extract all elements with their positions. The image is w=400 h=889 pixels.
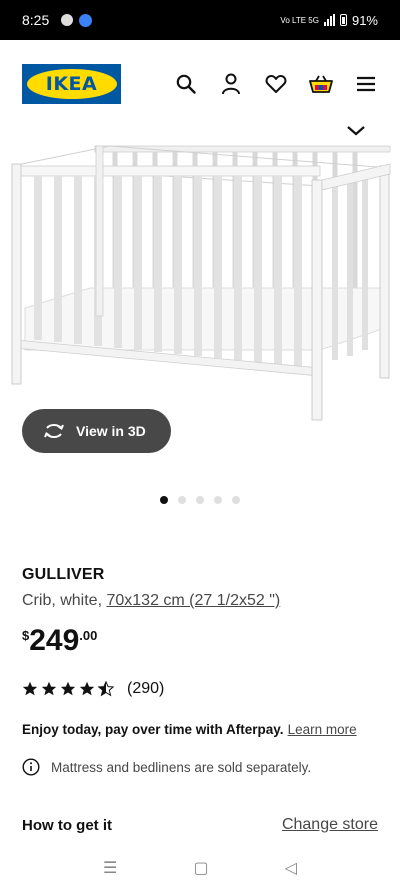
product-type: Crib, white, [22, 592, 107, 609]
battery-icon [339, 14, 347, 26]
chevron-down-icon[interactable] [345, 124, 367, 138]
pagination-dot[interactable] [232, 496, 240, 504]
product-price: $ 249 .00 [22, 624, 97, 658]
price-integer: 249 [29, 624, 80, 657]
price-currency: $ [22, 628, 30, 643]
product-name: GULLIVER [22, 566, 105, 583]
home-button[interactable]: ▢ [193, 858, 208, 878]
status-time: 8:25 [22, 12, 50, 28]
recent-apps-button[interactable]: ☰ [103, 858, 117, 878]
logo-oval: IKEA [26, 69, 117, 99]
rating-stars-icon [22, 681, 114, 696]
change-store-link[interactable]: Change store [282, 816, 378, 834]
how-to-get-it-title: How to get it [22, 816, 112, 834]
view-in-3d-button[interactable]: View in 3D [22, 409, 171, 453]
site-header: IKEA [0, 40, 400, 128]
crib-illustration [11, 145, 391, 421]
rating-row[interactable]: (290) [22, 680, 164, 698]
shopping-bag-icon[interactable] [309, 72, 333, 96]
pagination-dot[interactable] [160, 496, 168, 504]
heart-icon[interactable] [264, 72, 288, 96]
logo-text: IKEA [45, 73, 98, 95]
signal-icon [323, 14, 335, 26]
cloud-notification-icon [79, 13, 93, 27]
pagination-dot[interactable] [178, 496, 186, 504]
android-nav-bar: ☰ ▢ ◁ [0, 847, 400, 889]
product-description: Crib, white, 70x132 cm (27 1/2x52 ") [22, 592, 280, 610]
afterpay-message: Enjoy today, pay over time with Afterpay… [22, 722, 357, 737]
pagination-dot[interactable] [196, 496, 204, 504]
network-type-icon: Vo LTE 5G [280, 15, 319, 25]
image-pagination [160, 496, 240, 504]
view-in-3d-label: View in 3D [76, 423, 146, 439]
notice-text: Mattress and bedlinens are sold separate… [51, 759, 312, 775]
battery-percent: 91% [351, 12, 378, 28]
rotate-3d-icon [44, 424, 64, 438]
search-icon[interactable] [174, 72, 198, 96]
chat-notification-icon [61, 14, 74, 26]
pagination-dot[interactable] [214, 496, 222, 504]
info-icon [22, 758, 40, 776]
product-size-link[interactable]: 70x132 cm (27 1/2x52 ") [106, 592, 280, 609]
afterpay-text: Enjoy today, pay over time with Afterpay… [22, 722, 284, 737]
how-to-get-it-section: How to get it Change store [22, 816, 378, 834]
menu-icon[interactable] [354, 72, 378, 96]
ikea-logo[interactable]: IKEA [22, 64, 121, 104]
separate-items-notice: Mattress and bedlinens are sold separate… [22, 758, 311, 776]
price-decimal: .00 [79, 628, 98, 643]
status-bar: 8:25 Vo LTE 5G 91% [0, 0, 400, 40]
back-button[interactable]: ◁ [285, 858, 297, 878]
review-count: (290) [127, 680, 165, 697]
learn-more-link[interactable]: Learn more [288, 722, 357, 737]
profile-icon[interactable] [219, 72, 243, 96]
